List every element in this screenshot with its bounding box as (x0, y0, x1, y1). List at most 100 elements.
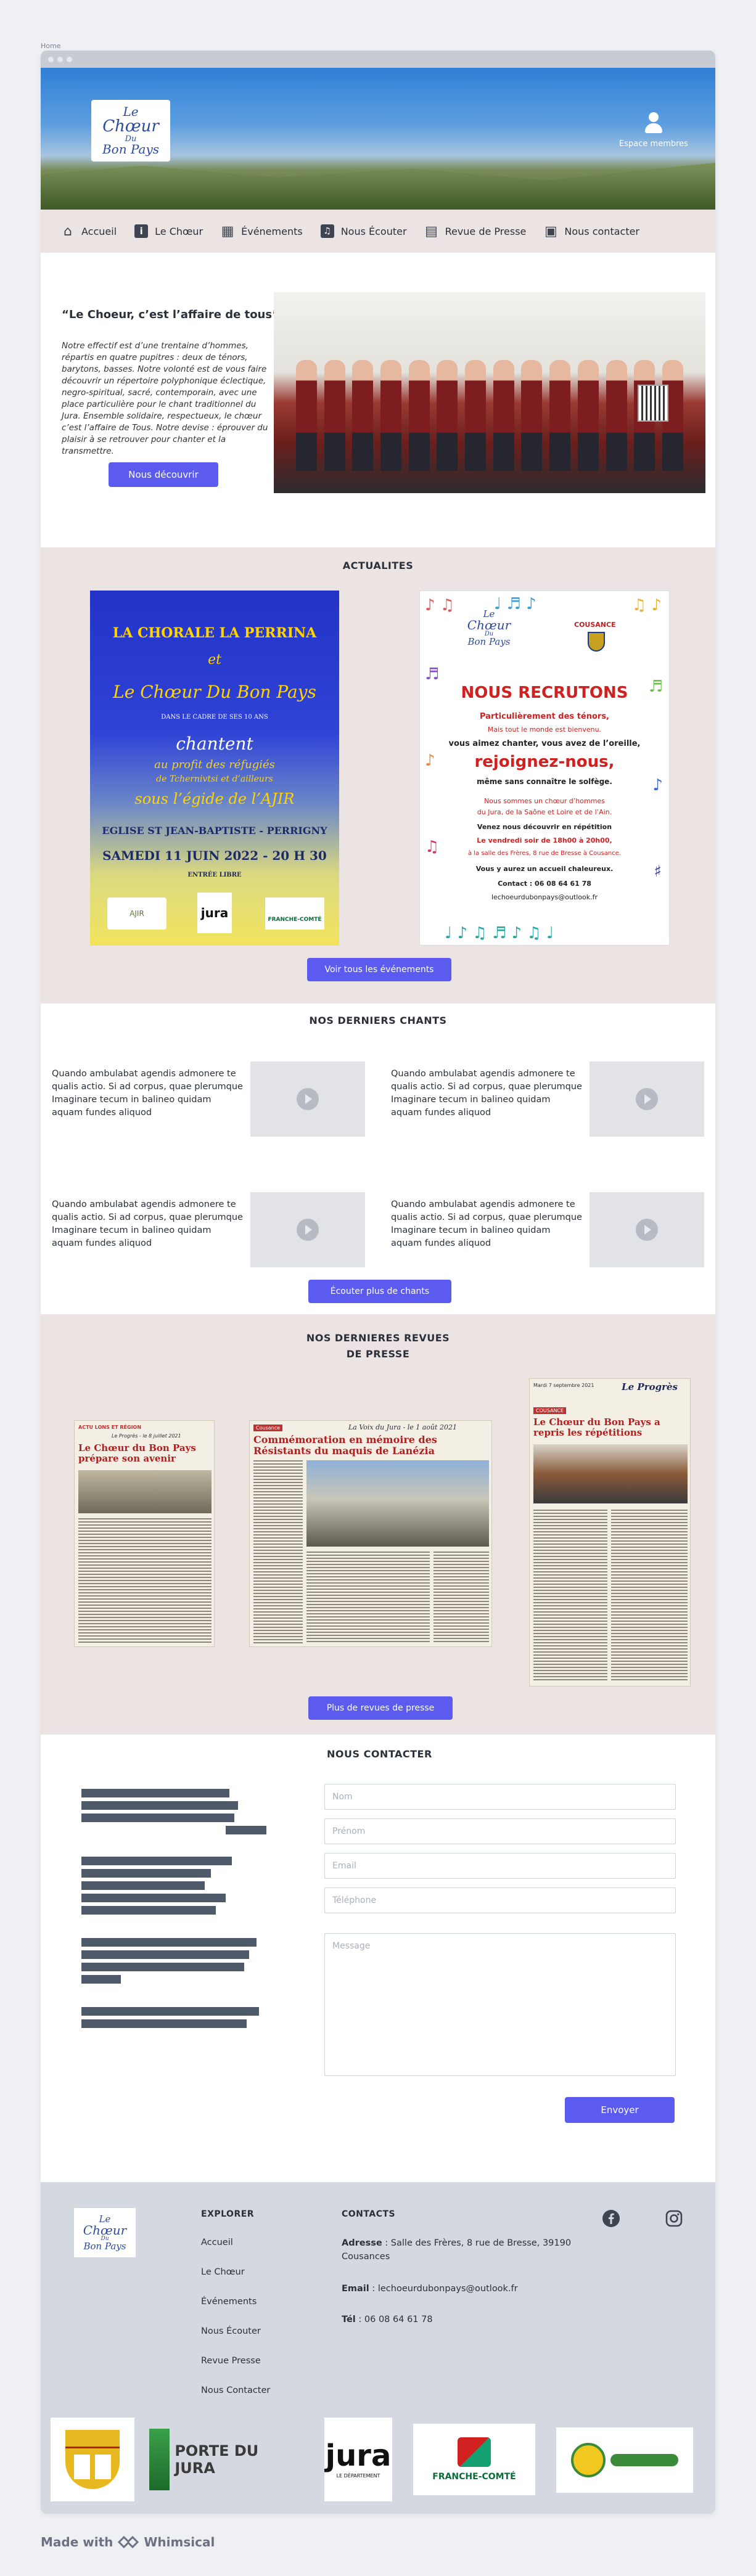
whimsical-icon (118, 2535, 139, 2549)
video-player[interactable] (250, 1061, 365, 1137)
footer-phone: Tél : 06 08 64 61 78 (342, 2315, 433, 2325)
redacted-text (81, 1894, 226, 1902)
footer: Le Chœur Du Bon Pays EXPLORER Accueil Le Ch… (41, 2182, 715, 2514)
poster-text: Le Chœur Du Bon Pays (113, 682, 316, 702)
footer-link-evenements[interactable]: Événements (201, 2297, 257, 2307)
clip-headline: Le Chœur du Bon Pays a repris les répéti… (533, 1417, 660, 1438)
clip-text: COUSANCE (533, 1407, 567, 1414)
window-dot (67, 56, 72, 62)
window-dot (57, 56, 63, 62)
footer-link-le-choeur[interactable]: Le Chœur (201, 2267, 245, 2277)
ajir-logo: AJIR (107, 898, 166, 930)
play-icon (636, 1088, 658, 1110)
song-item: Quando ambulabat agendis admonere te qua… (391, 1192, 715, 1278)
poster-text: Le vendredi soir de 18h00 à 20h00, (477, 836, 612, 844)
footer-link-nous-ecouter[interactable]: Nous Écouter (201, 2326, 261, 2336)
choir-photo (274, 292, 705, 493)
made-with-text: Made with (41, 2535, 113, 2549)
poster-text: Nous sommes un chœur d’hommes (484, 797, 605, 805)
press-section: NOS DERNIERES REVUES DE PRESSE ACTU LONS … (41, 1314, 715, 1735)
poster-text: ENTRÉE LIBRE (187, 872, 242, 878)
footer-link-nous-contacter[interactable]: Nous Contacter (201, 2386, 270, 2395)
press-clipping[interactable]: Cousance La Voix du Jura - le 1 août 202… (249, 1420, 492, 1647)
instagram-icon[interactable] (665, 2209, 683, 2228)
footer-email[interactable]: Email : lechoeurdubonpays@outlook.fr (342, 2282, 576, 2296)
redacted-text (81, 1869, 211, 1878)
nav-item-le-choeur[interactable]: i Le Chœur (133, 223, 203, 240)
nav-item-revue-presse[interactable]: ▤ Revue de Presse (423, 223, 527, 240)
poster-text: lechoeurdubonpays@outlook.fr (491, 893, 598, 901)
poster-text: LA CHORALE LA PERRINA (112, 625, 317, 641)
all-events-button[interactable]: Voir tous les événements (307, 958, 451, 981)
send-button[interactable]: Envoyer (565, 2097, 675, 2123)
recruitment-poster[interactable]: ♪ ♫ ♩ ♬ ♪ ♫ ♪ ♬ ♪ ♫ ♬ ♪ ♯ ♩ ♪ ♫ ♬ ♪ ♫ ♩ … (419, 591, 670, 946)
jura-logo: jura (197, 893, 232, 933)
poster-text: et (208, 652, 221, 668)
redacted-text (81, 1789, 229, 1797)
firstname-field[interactable]: Prénom (324, 1818, 676, 1844)
footer-link-accueil[interactable]: Accueil (201, 2238, 233, 2247)
calendar-icon: ▦ (221, 223, 234, 239)
song-description: Quando ambulabat agendis admonere te qua… (52, 1200, 243, 1248)
clip-text: Cousance (253, 1425, 283, 1431)
discover-button[interactable]: Nous découvrir (109, 462, 218, 487)
poster-text: NOUS RECRUTONS (461, 684, 628, 702)
poster-text: sous l’égide de l’AJIR (134, 790, 295, 808)
choir-logo: Le Chœur Du Bon Pays (467, 608, 511, 647)
made-with-badge[interactable]: Made with Whimsical (41, 2535, 215, 2549)
whimsical-brand: Whimsical (144, 2535, 215, 2549)
video-player[interactable] (590, 1192, 704, 1267)
nav-item-evenements[interactable]: ▦ Événements (219, 223, 303, 240)
song-description: Quando ambulabat agendis admonere te qua… (391, 1200, 582, 1248)
poster-text: SAMEDI 11 JUIN 2022 - 20 H 30 (102, 848, 327, 863)
intro-section: “Le Choeur, c’est l’affaire de tous” Not… (41, 253, 715, 547)
footer-logo[interactable]: Le Chœur Du Bon Pays (74, 2208, 136, 2257)
more-songs-button[interactable]: Écouter plus de chants (308, 1280, 451, 1303)
poster-text: au profit des réfugiés (154, 758, 275, 771)
nav-label: Le Chœur (155, 225, 203, 237)
breadcrumb[interactable]: Home (41, 42, 60, 50)
main-nav: ⌂ Accueil i Le Chœur ▦ Événements ♫ Nous Éco… (41, 210, 715, 253)
footer-link-revue-presse[interactable]: Revue Presse (201, 2356, 261, 2366)
video-player[interactable] (250, 1192, 365, 1267)
message-field[interactable]: Message (324, 1933, 676, 2076)
song-description: Quando ambulabat agendis admonere te qua… (52, 1069, 243, 1118)
facebook-icon[interactable] (602, 2209, 620, 2228)
clip-text: ACTU LONS ET RÉGION (78, 1425, 142, 1430)
press-clipping[interactable]: Mardi 7 septembre 2021 Le Progrès COUSAN… (529, 1378, 691, 1687)
poster-text: Venez nous découvrir en répétition (477, 823, 612, 831)
member-area-label: Espace membres (619, 139, 688, 149)
intro-title: “Le Choeur, c’est l’affaire de tous” (62, 308, 279, 321)
nav-label: Revue de Presse (445, 225, 527, 237)
clip-text: Le Progrès (622, 1381, 678, 1392)
nav-item-nous-ecouter[interactable]: ♫ Nous Écouter (319, 223, 407, 240)
redacted-text (81, 1938, 257, 1947)
logo-text: Le (123, 104, 139, 119)
music-icon: ♫ (319, 223, 336, 240)
town-label: COUSANCE (574, 621, 616, 629)
press-clipping[interactable]: ACTU LONS ET RÉGION Le Progrès - le 8 ju… (74, 1420, 215, 1647)
nav-item-nous-contacter[interactable]: ▣ Nous contacter (542, 223, 639, 240)
contact-section: NOUS CONTACTER Nom Prénom Email Téléphon… (41, 1735, 715, 2182)
nav-item-accueil[interactable]: ⌂ Accueil (59, 223, 117, 240)
concert-poster[interactable]: LA CHORALE LA PERRINA et Le Chœur Du Bon… (90, 591, 339, 946)
poster-text: même sans connaître le solfège. (477, 777, 612, 786)
name-field[interactable]: Nom (324, 1784, 676, 1810)
phone-field[interactable]: Téléphone (324, 1887, 676, 1913)
redacted-text (81, 1975, 121, 1984)
more-press-button[interactable]: Plus de revues de presse (308, 1696, 453, 1720)
nav-label: Événements (241, 225, 303, 237)
site-logo[interactable]: Le Chœur Du Bon Pays (91, 100, 170, 162)
coat-of-arms-icon (588, 632, 605, 652)
choir-members-image (292, 360, 687, 471)
redacted-text (81, 2007, 259, 2016)
contact-title: NOUS CONTACTER (327, 1748, 432, 1760)
press-title: NOS DERNIERES REVUES DE PRESSE (306, 1332, 450, 1360)
logo-text: Bon Pays (102, 142, 160, 157)
nav-label: Nous Écouter (340, 225, 407, 237)
explorer-heading: EXPLORER (201, 2209, 255, 2219)
clip-text: Le Progrès - le 8 juillet 2021 (112, 1433, 181, 1439)
email-field[interactable]: Email (324, 1853, 676, 1879)
member-area-button[interactable]: Espace membres (617, 111, 691, 149)
video-player[interactable] (590, 1061, 704, 1137)
